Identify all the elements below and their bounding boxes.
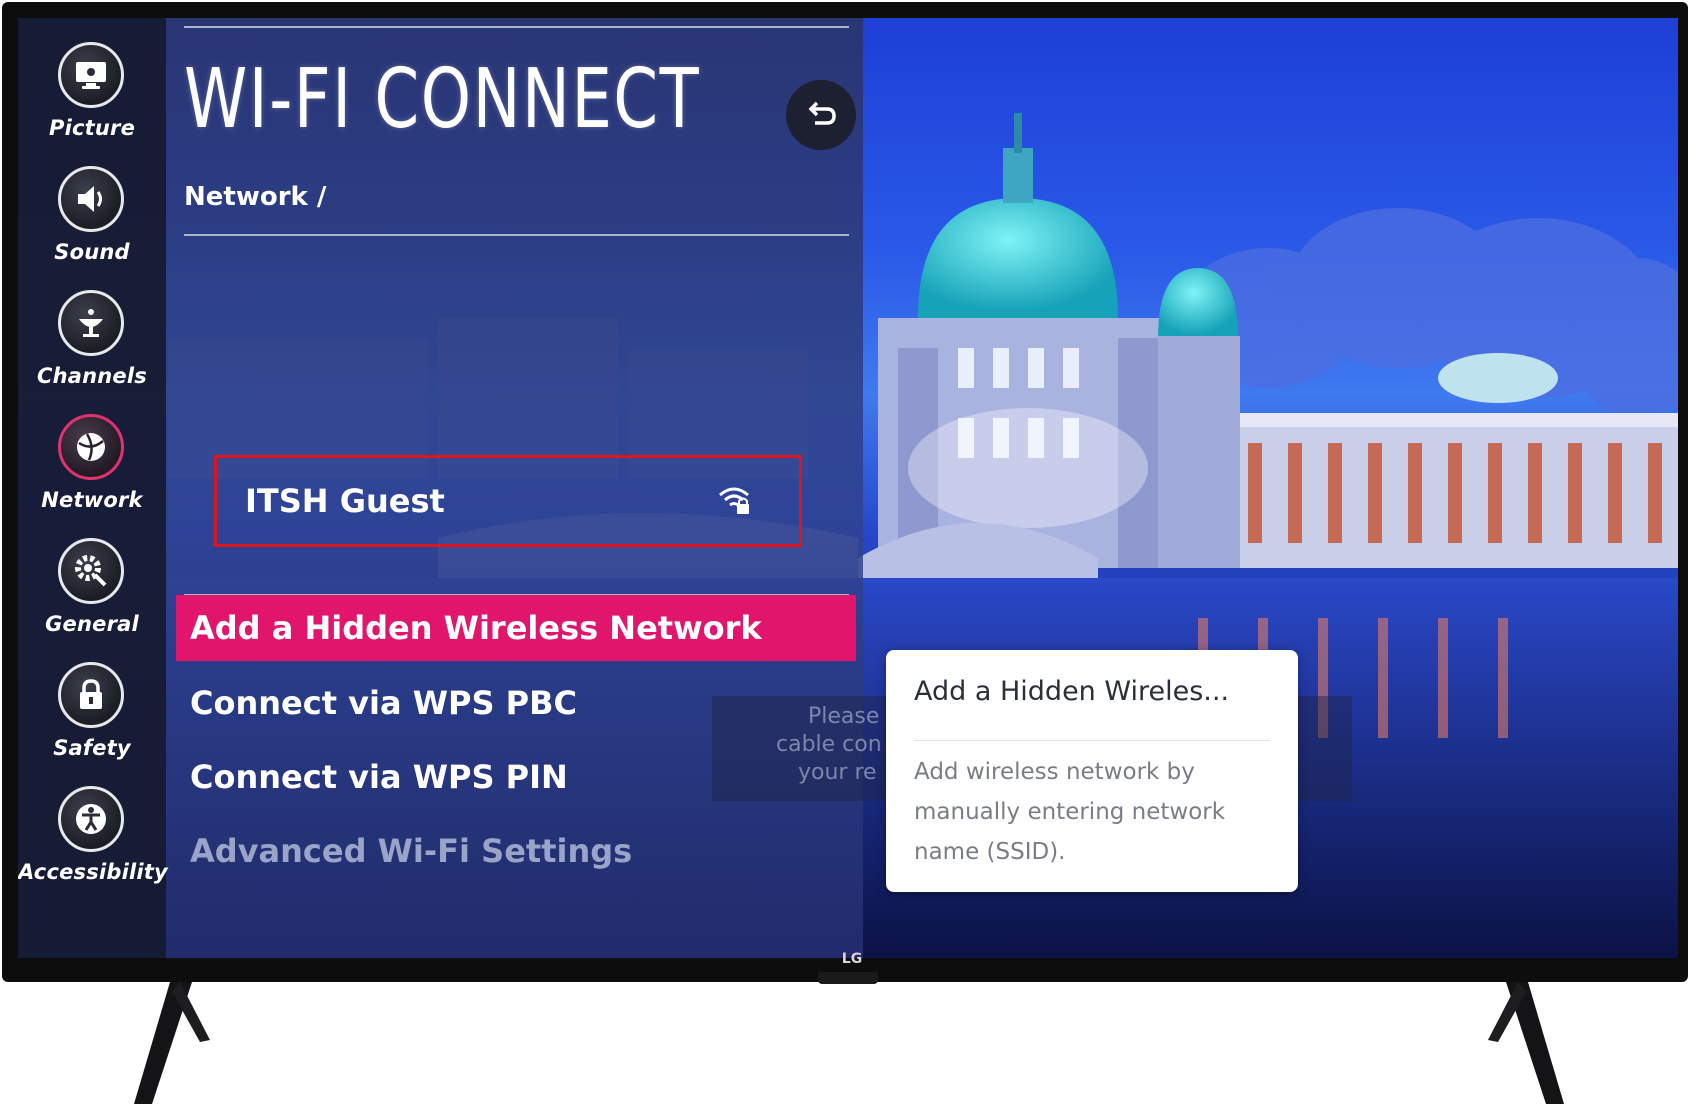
antenna-icon <box>58 290 124 356</box>
menu-item-wps-pin[interactable]: Connect via WPS PIN <box>176 744 856 810</box>
tv-stand-right-leg <box>1488 982 1564 1104</box>
menu-item-label: Connect via WPS PBC <box>190 684 577 722</box>
tv-bezel: Please c cable con your re Picture Sound… <box>2 2 1688 982</box>
sidebar-item-general[interactable]: General <box>18 524 166 650</box>
sidebar-item-accessibility[interactable]: Accessibility <box>18 772 168 898</box>
menu-item-label: Add a Hidden Wireless Network <box>190 609 762 647</box>
tv-screen: Please c cable con your re Picture Sound… <box>18 18 1678 958</box>
network-name: ITSH Guest <box>245 482 445 520</box>
settings-sidebar: Picture Sound Channels Network General S… <box>18 18 168 958</box>
tooltip-description: Add wireless network by manually enterin… <box>914 759 1226 865</box>
network-item-itsh-guest[interactable]: ITSH Guest <box>214 455 802 547</box>
sidebar-item-label: Channels <box>37 364 147 388</box>
tooltip-divider <box>914 740 1270 741</box>
picture-icon <box>58 42 124 108</box>
sidebar-item-label: Sound <box>54 240 130 264</box>
lock-icon <box>58 662 124 728</box>
gear-icon <box>58 538 124 604</box>
page-title: WI-FI CONNECT <box>184 52 701 147</box>
sidebar-item-picture[interactable]: Picture <box>18 28 166 154</box>
tooltip-title: Add a Hidden Wireles... <box>914 676 1230 707</box>
menu-item-add-hidden-network[interactable]: Add a Hidden Wireless Network <box>176 595 856 661</box>
menu-item-advanced-wifi-settings[interactable]: Advanced Wi-Fi Settings <box>176 818 856 884</box>
header-divider <box>184 234 849 236</box>
sidebar-item-label: Picture <box>48 116 136 140</box>
tv: Please c cable con your re Picture Sound… <box>0 0 1692 1108</box>
breadcrumb: Network / <box>184 182 327 212</box>
tv-logo-tab <box>818 972 878 984</box>
sidebar-item-network[interactable]: Network <box>18 400 166 526</box>
wifi-locked-icon <box>719 487 749 514</box>
sidebar-item-sound[interactable]: Sound <box>18 152 166 278</box>
menu-item-label: Advanced Wi-Fi Settings <box>190 832 633 870</box>
back-button[interactable] <box>786 80 856 150</box>
sidebar-item-safety[interactable]: Safety <box>18 648 166 774</box>
sidebar-item-label: Safety <box>53 736 131 760</box>
sidebar-item-label: Accessibility <box>18 860 168 884</box>
menu-item-label: Connect via WPS PIN <box>190 758 568 796</box>
sidebar-item-channels[interactable]: Channels <box>18 276 166 402</box>
lg-logo: LG <box>841 951 863 967</box>
speaker-icon <box>58 166 124 232</box>
menu-item-wps-pbc[interactable]: Connect via WPS PBC <box>176 670 856 736</box>
globe-icon <box>58 414 124 480</box>
help-tooltip: Add a Hidden Wireles... Add wireless net… <box>886 650 1298 892</box>
back-arrow-icon <box>808 101 836 125</box>
sidebar-item-label: General <box>45 612 139 636</box>
sidebar-item-label: Network <box>41 488 143 512</box>
tv-stand-left-leg <box>134 982 210 1104</box>
title-divider-top <box>184 26 849 28</box>
accessibility-icon <box>58 786 124 852</box>
